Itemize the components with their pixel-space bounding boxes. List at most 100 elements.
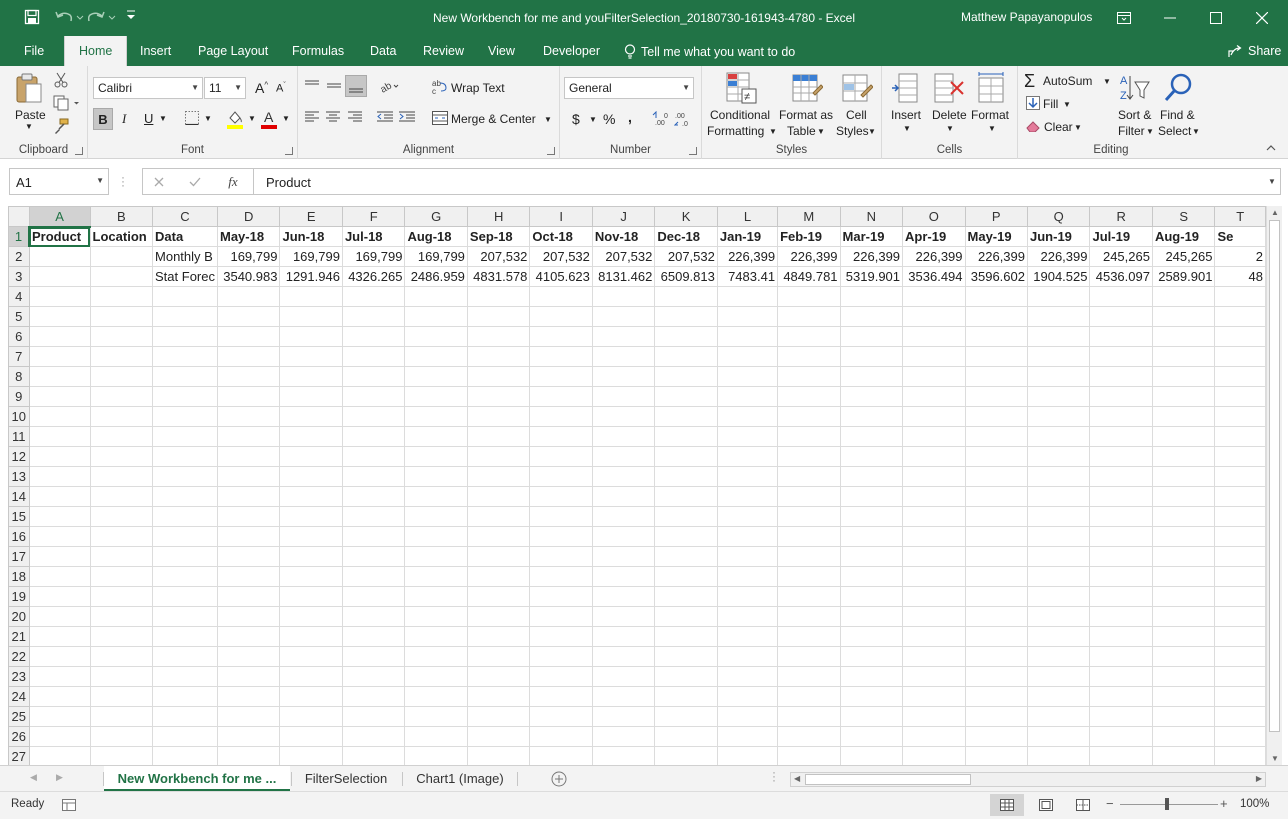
cell[interactable]	[152, 366, 218, 387]
cell[interactable]	[839, 646, 904, 667]
cell[interactable]	[466, 546, 531, 567]
cell[interactable]	[466, 586, 531, 607]
currency-dropdown-icon[interactable]: ▼	[589, 115, 597, 124]
cell[interactable]	[89, 546, 154, 567]
cell[interactable]	[279, 486, 343, 507]
row-header[interactable]: 20	[8, 606, 30, 627]
cell[interactable]	[279, 746, 343, 765]
cell[interactable]	[777, 346, 841, 367]
new-sheet-icon[interactable]	[550, 770, 568, 788]
cell[interactable]	[1026, 286, 1091, 307]
cell[interactable]	[1151, 306, 1216, 327]
cell[interactable]	[28, 666, 91, 687]
number-launcher-icon[interactable]	[689, 147, 697, 155]
cell[interactable]	[654, 306, 718, 327]
italic-button[interactable]: I	[122, 111, 126, 127]
cell[interactable]	[28, 686, 91, 707]
cell[interactable]	[1026, 646, 1091, 667]
maximize-icon[interactable]	[1196, 4, 1236, 32]
cell[interactable]	[28, 446, 91, 467]
cell[interactable]	[216, 566, 281, 587]
cell[interactable]	[839, 526, 904, 547]
insert-dropdown-icon[interactable]: ▼	[903, 124, 911, 133]
cell[interactable]	[716, 686, 779, 707]
cell[interactable]	[89, 526, 154, 547]
cell[interactable]	[341, 406, 406, 427]
cell[interactable]	[591, 306, 656, 327]
cell[interactable]	[28, 486, 91, 507]
cell[interactable]	[404, 666, 468, 687]
cell[interactable]	[341, 426, 406, 447]
cell[interactable]	[404, 566, 468, 587]
cell[interactable]	[404, 706, 468, 727]
horizontal-scroll-thumb[interactable]	[805, 774, 971, 785]
cell[interactable]	[839, 406, 904, 427]
tab-developer[interactable]: Developer	[543, 44, 600, 58]
row-header[interactable]: 12	[8, 446, 30, 467]
cell[interactable]	[964, 466, 1029, 487]
cell[interactable]	[654, 486, 718, 507]
cell[interactable]	[716, 746, 779, 765]
cell[interactable]	[716, 706, 779, 727]
cell[interactable]: Mar-19	[839, 226, 904, 247]
cell[interactable]	[89, 486, 154, 507]
autosum-icon[interactable]: Σ	[1024, 71, 1035, 92]
cell[interactable]	[216, 506, 281, 527]
cell[interactable]	[1214, 706, 1266, 727]
sort-filter-icon[interactable]: AZ	[1118, 72, 1150, 104]
column-header-g[interactable]: G	[404, 206, 468, 227]
borders-icon[interactable]	[184, 110, 200, 126]
orientation-icon[interactable]: ab	[378, 77, 400, 95]
row-header[interactable]: 1	[8, 226, 30, 247]
cell[interactable]	[152, 326, 218, 347]
cell[interactable]: 169,799	[341, 246, 406, 267]
column-header-j[interactable]: J	[591, 206, 656, 227]
cell[interactable]	[1214, 366, 1266, 387]
cell[interactable]: Data	[152, 226, 218, 247]
cell[interactable]	[89, 506, 154, 527]
cell[interactable]	[529, 486, 593, 507]
cell[interactable]	[902, 566, 966, 587]
cell[interactable]	[341, 526, 406, 547]
cell[interactable]: 1904.525	[1026, 266, 1091, 287]
bold-button[interactable]: B	[93, 108, 113, 130]
cell[interactable]	[1151, 446, 1216, 467]
cell[interactable]	[591, 746, 656, 765]
autosum-label[interactable]: AutoSum	[1043, 74, 1092, 88]
cell[interactable]	[902, 706, 966, 727]
cell[interactable]	[777, 666, 841, 687]
scroll-down-icon[interactable]: ▼	[1271, 754, 1279, 763]
cell[interactable]	[716, 726, 779, 747]
find-select-icon[interactable]	[1162, 72, 1194, 104]
cell[interactable]	[89, 266, 154, 287]
cell[interactable]	[777, 626, 841, 647]
cell[interactable]	[1089, 386, 1153, 407]
cell[interactable]	[152, 306, 218, 327]
cell[interactable]	[279, 306, 343, 327]
cell[interactable]: Stat Forec	[152, 266, 218, 287]
cell[interactable]	[964, 486, 1029, 507]
cell[interactable]	[591, 366, 656, 387]
cell[interactable]	[466, 466, 531, 487]
cell[interactable]	[1026, 546, 1091, 567]
cell[interactable]	[89, 626, 154, 647]
cell[interactable]	[1214, 486, 1266, 507]
cell[interactable]	[591, 586, 656, 607]
cell[interactable]	[28, 586, 91, 607]
cell[interactable]	[964, 406, 1029, 427]
find-select-label-2[interactable]: Select	[1158, 124, 1191, 138]
cell[interactable]	[1151, 526, 1216, 547]
middle-align-icon[interactable]	[325, 77, 343, 95]
conditional-formatting-label-1[interactable]: Conditional	[710, 108, 770, 122]
cell[interactable]	[1026, 706, 1091, 727]
cell[interactable]: 2	[1214, 246, 1266, 267]
cell[interactable]	[341, 466, 406, 487]
cell[interactable]	[1151, 286, 1216, 307]
cell[interactable]	[341, 446, 406, 467]
cell[interactable]	[964, 366, 1029, 387]
cell[interactable]	[89, 726, 154, 747]
cell[interactable]	[1151, 566, 1216, 587]
cell[interactable]	[216, 486, 281, 507]
cell[interactable]	[1089, 526, 1153, 547]
align-right-icon[interactable]	[346, 108, 364, 126]
